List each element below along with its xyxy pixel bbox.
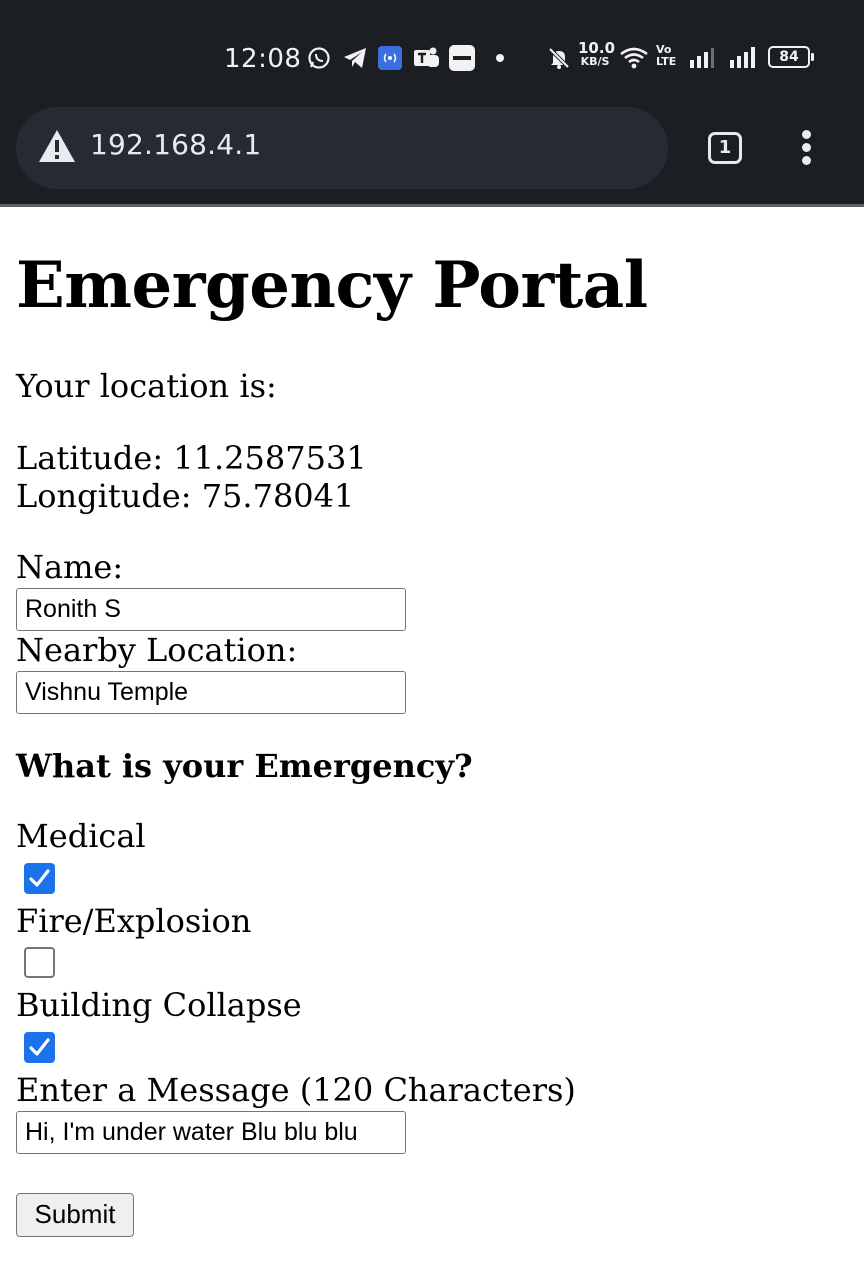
option-label-fire: Fire/Explosion <box>16 902 252 940</box>
message-label: Enter a Message (120 Characters) <box>16 1071 576 1109</box>
mute-icon <box>546 44 572 72</box>
overflow-menu-button[interactable] <box>796 128 820 168</box>
submit-button[interactable]: Submit <box>16 1193 134 1237</box>
menu-dot <box>802 130 811 139</box>
option-label-medical: Medical <box>16 817 146 855</box>
medical-checkbox[interactable] <box>24 863 55 894</box>
name-input[interactable]: Ronith S <box>16 588 406 631</box>
battery-tip <box>811 53 814 61</box>
signal-icon <box>688 44 716 72</box>
telegram-icon <box>342 44 368 72</box>
status-time: 12:08 <box>224 44 302 74</box>
warning-icon[interactable] <box>38 129 76 163</box>
menu-dot <box>802 156 811 165</box>
volte-badge: Vo LTE <box>656 43 677 68</box>
network-speed: 10.0 KB/S <box>578 39 616 69</box>
whatsapp-icon <box>306 44 332 72</box>
dot-icon <box>494 44 506 72</box>
battery-icon: 84 <box>768 46 810 68</box>
longitude-text: Longitude: 75.78041 <box>16 477 355 515</box>
nearby-location-label: Nearby Location: <box>16 631 298 669</box>
nearby-location-input[interactable]: Vishnu Temple <box>16 671 406 714</box>
url-text[interactable]: 192.168.4.1 <box>90 128 261 161</box>
location-label: Your location is: <box>16 367 277 405</box>
chrome-divider <box>0 204 864 207</box>
name-label: Name: <box>16 548 124 586</box>
fire-explosion-checkbox[interactable] <box>24 947 55 978</box>
building-collapse-checkbox[interactable] <box>24 1032 55 1063</box>
tab-switcher-button[interactable]: 1 <box>708 132 742 164</box>
page-title: Emergency Portal <box>16 248 648 323</box>
status-bar: 12:08 10.0 KB/S Vo LTE 84 <box>0 28 864 88</box>
message-input[interactable]: Hi, I'm under water Blu blu blu <box>16 1111 406 1154</box>
teams-icon <box>412 44 440 72</box>
zomato-icon <box>448 44 476 72</box>
latitude-text: Latitude: 11.2587531 <box>16 439 367 477</box>
hotspot-icon <box>378 44 402 72</box>
wifi-icon <box>618 44 650 72</box>
emergency-question: What is your Emergency? <box>16 747 473 785</box>
option-label-building-collapse: Building Collapse <box>16 986 302 1024</box>
address-bar[interactable]: 192.168.4.1 <box>16 107 668 189</box>
signal-icon <box>728 44 760 72</box>
menu-dot <box>802 143 811 152</box>
